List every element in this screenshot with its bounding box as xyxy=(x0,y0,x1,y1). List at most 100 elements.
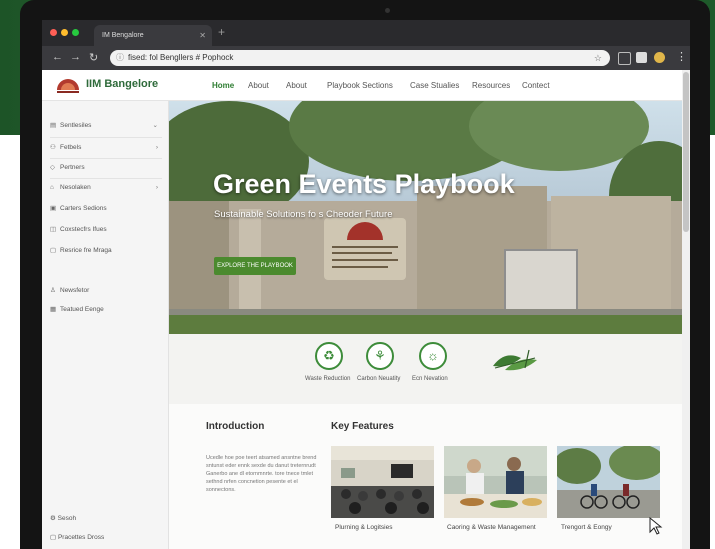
leaves-icon xyxy=(493,349,537,371)
sidebar-item-sentlesiles[interactable]: ▤ Sentlesiles ⌄ xyxy=(50,119,162,133)
address-text: fised: fol Bengllers # Pophock xyxy=(128,53,234,62)
close-window-button[interactable] xyxy=(50,29,57,36)
site-logo-text[interactable]: IIM Bangelore xyxy=(86,78,158,90)
extension-icon[interactable] xyxy=(618,52,631,65)
scrollbar-thumb[interactable] xyxy=(683,72,689,232)
hero-subtitle: Sustainable Solutions fo s Cheoder Futur… xyxy=(214,209,393,220)
card-caption: Plurning & Logitsies xyxy=(335,524,393,531)
people-icon: ⚇ xyxy=(50,144,56,151)
document-icon: ▤ xyxy=(50,122,57,129)
tag-icon: ◇ xyxy=(50,164,55,171)
chevron-right-icon[interactable]: › xyxy=(156,141,158,155)
sidebar-item-label: Pertners xyxy=(60,164,85,171)
plaque-line xyxy=(332,252,392,254)
menu-kebab-icon[interactable]: ⋮ xyxy=(676,50,687,63)
info-icon[interactable]: ⓘ xyxy=(116,50,124,66)
lock-icon: ◫ xyxy=(50,226,57,233)
box-icon: ▢ xyxy=(50,534,58,541)
profile-avatar[interactable] xyxy=(654,52,665,63)
calendar-icon: ▦ xyxy=(50,306,57,313)
new-tab-button[interactable]: + xyxy=(218,25,225,39)
chevron-down-icon[interactable]: ⌄ xyxy=(153,119,158,133)
page-scrollbar[interactable] xyxy=(682,70,690,549)
plaque-line xyxy=(332,266,388,268)
web-page: IIM Bangelore Home About About Playbook … xyxy=(42,70,690,549)
grid-icon: ▣ xyxy=(50,205,57,212)
search-icon: ⚙ xyxy=(50,515,58,522)
card-caption: Caoring & Waste Management xyxy=(447,524,536,531)
sidebar-item-teatued-eenge[interactable]: ▦ Teatued Eenge xyxy=(50,303,162,317)
feature-label: Ecn Nevation xyxy=(412,376,448,382)
introduction-heading: Introduction xyxy=(206,421,265,432)
nav-contact[interactable]: Contect xyxy=(522,81,550,90)
iim-plaque xyxy=(324,218,406,280)
feature-card-planning[interactable] xyxy=(331,446,434,518)
iim-emblem-icon xyxy=(347,222,383,240)
gate-booth xyxy=(504,249,578,313)
divider xyxy=(50,137,162,138)
sidebar-item-fetbels[interactable]: ⚇ Fetbels › xyxy=(50,141,162,155)
sidebar-search[interactable]: ⚙ Sesoh xyxy=(50,514,76,522)
sidebar-search-label: Sesoh xyxy=(57,515,77,522)
sidebar-item-label: Carters Sedions xyxy=(60,205,107,212)
sidebar-item-label: Teatued Eenge xyxy=(60,306,104,313)
nav-case-studies[interactable]: Case Stualies xyxy=(410,81,459,90)
sidebar-item-nesolaken[interactable]: ⌂ Nesolaken › xyxy=(50,181,162,195)
person-icon: ♙ xyxy=(50,287,56,294)
features-strip: ♻ Waste Reduction ⚘ Carbon Neuatity ☼ Ec… xyxy=(169,334,682,404)
browser-window: IM Bengalore ✕ + ← → ↻ ⓘ fised: fol Beng… xyxy=(42,20,690,549)
back-arrow-icon[interactable]: ← xyxy=(52,51,63,63)
feature-card-transport[interactable] xyxy=(557,446,660,518)
bookmark-star-icon[interactable]: ☆ xyxy=(594,50,602,66)
minimize-window-button[interactable] xyxy=(61,29,68,36)
tree-icon[interactable]: ⚘ xyxy=(366,342,394,370)
nav-about-2[interactable]: About xyxy=(286,81,307,90)
hero-banner: Green Events Playbook Sustainable Soluti… xyxy=(169,101,682,334)
explore-playbook-button[interactable]: EXPLORE THE PLAYBOOK xyxy=(214,257,296,275)
browser-tab[interactable]: IM Bengalore ✕ xyxy=(94,25,212,46)
mouse-cursor-icon xyxy=(649,517,663,535)
home-icon: ⌂ xyxy=(50,184,54,191)
sidebar-item-label: Coxstecfrs Ifues xyxy=(60,226,107,233)
divider xyxy=(50,158,162,159)
maximize-window-button[interactable] xyxy=(72,29,79,36)
card-caption: Trengort & Eongy xyxy=(561,524,612,531)
sidebar-item-carters-sedions[interactable]: ▣ Carters Sedions xyxy=(50,202,162,216)
sidebar-item-label: Fetbels xyxy=(60,144,82,151)
nav-resources[interactable]: Resources xyxy=(472,81,510,90)
sidebar-item-label: Sentlesiles xyxy=(60,122,92,129)
feature-label: Waste Reduction xyxy=(305,376,351,382)
sidebar-item-newsfetor[interactable]: ♙ Newsfetor xyxy=(50,284,162,298)
webcam xyxy=(385,8,390,13)
extension-puzzle-icon[interactable] xyxy=(636,52,647,63)
tab-bar: IM Bengalore ✕ + xyxy=(42,20,690,46)
nav-home[interactable]: Home xyxy=(212,81,234,90)
conference-room-image xyxy=(331,446,434,518)
sidebar-item-label: Resrice fre Mraga xyxy=(60,247,112,254)
nav-playbook-sections[interactable]: Playbook Sections xyxy=(327,81,393,90)
sidebar-bottom-label: Pracettes Dross xyxy=(57,534,105,541)
catering-image xyxy=(444,446,547,518)
bulb-icon[interactable]: ☼ xyxy=(419,342,447,370)
tab-title: IM Bengalore xyxy=(102,32,144,39)
site-header: IIM Bangelore Home About About Playbook … xyxy=(42,70,682,101)
recycle-icon[interactable]: ♻ xyxy=(315,342,343,370)
forward-arrow-icon[interactable]: → xyxy=(70,51,81,63)
cycling-image xyxy=(557,446,660,518)
sidebar-item-pertners[interactable]: ◇ Pertners xyxy=(50,161,162,175)
address-bar[interactable]: ⓘ fised: fol Bengllers # Pophock ☆ xyxy=(110,50,610,66)
key-features-heading: Key Features xyxy=(331,421,394,432)
chevron-right-icon[interactable]: › xyxy=(156,181,158,195)
lawn xyxy=(169,315,682,334)
sidebar-item-label: Nesolaken xyxy=(60,184,91,191)
reload-icon[interactable]: ↻ xyxy=(89,51,98,64)
sidebar-item-coxstecfrs-ifues[interactable]: ◫ Coxstecfrs Ifues xyxy=(50,223,162,237)
feature-card-catering[interactable] xyxy=(444,446,547,518)
content-section: Introduction Ucedle hoe poe teert atsame… xyxy=(169,404,682,549)
close-tab-icon[interactable]: ✕ xyxy=(199,25,206,46)
sidebar-bottom-item[interactable]: ▢ Pracettes Dross xyxy=(50,533,104,541)
nav-about[interactable]: About xyxy=(248,81,269,90)
divider xyxy=(50,178,162,179)
sidebar-item-resrice[interactable]: ▢ Resrice fre Mraga xyxy=(50,244,162,258)
iim-logo-icon[interactable] xyxy=(55,75,81,95)
